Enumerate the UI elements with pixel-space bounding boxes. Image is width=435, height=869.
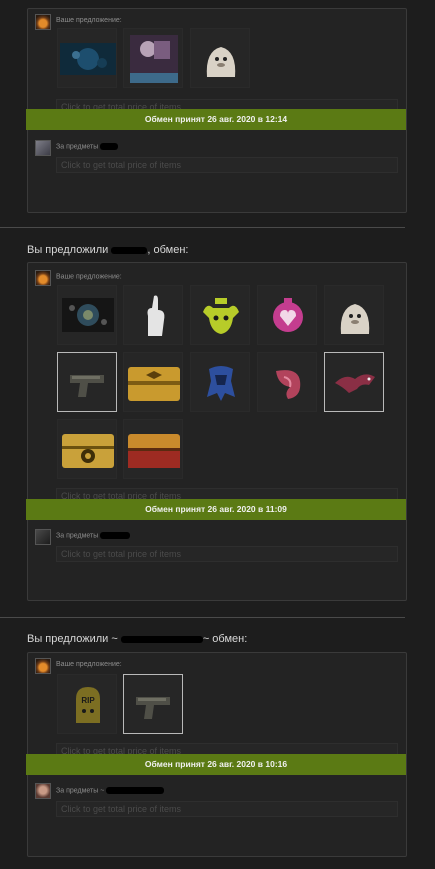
item-666-bull-sticker[interactable] — [190, 285, 250, 345]
price-prompt[interactable]: Click to get total price of items — [56, 157, 398, 173]
price-prompt[interactable]: Click to get total price of items — [56, 546, 398, 562]
item-heart-patch[interactable] — [257, 285, 317, 345]
redacted-name — [100, 532, 131, 539]
heading-suffix: ~ обмен: — [202, 633, 248, 645]
trade-status-banner: Обмен принят 26 авг. 2020 в 11:09 — [26, 499, 406, 520]
item-music-kit[interactable] — [57, 285, 117, 345]
heading-text: Вы предложили — [27, 244, 109, 256]
item-red-case[interactable] — [123, 419, 183, 479]
item-music-kit-sticker[interactable] — [57, 28, 117, 88]
your-offer-label: Ваше предложение: — [56, 17, 122, 24]
redacted-partner-name — [111, 246, 148, 254]
their-items-label: За предметы — [56, 532, 131, 540]
item-seal-sticker[interactable] — [324, 285, 384, 345]
item-blue-patch[interactable] — [190, 352, 250, 412]
item-dragon-sticker[interactable] — [324, 352, 384, 412]
partner-avatar[interactable] — [35, 140, 51, 156]
item-pistol[interactable] — [123, 674, 183, 734]
item-yellow-case[interactable] — [57, 419, 117, 479]
their-items-text: За предметы — [56, 143, 99, 151]
divider — [0, 617, 405, 618]
their-items-text: За предметы — [56, 532, 99, 540]
item-seal-sticker[interactable] — [190, 28, 250, 88]
redacted-name — [100, 143, 119, 150]
redacted-partner-name — [120, 635, 203, 643]
partner-avatar[interactable] — [35, 529, 51, 545]
your-offer-label: Ваше предложение: — [56, 661, 122, 668]
trade-heading: Вы предложили , обмен: — [27, 244, 188, 256]
heading-suffix: , обмен: — [147, 244, 189, 256]
your-avatar[interactable] — [35, 14, 51, 30]
trade-heading: Вы предложили ~ ~ обмен: — [27, 633, 247, 645]
their-items-label: За предметы ~ — [56, 787, 165, 795]
item-rip-sticker[interactable]: RIP — [57, 674, 117, 734]
item-tongue-sticker[interactable] — [257, 352, 317, 412]
trade-status-banner: Обмен принят 26 авг. 2020 в 10:16 — [26, 754, 406, 775]
your-offer-label: Ваше предложение: — [56, 273, 124, 280]
partner-avatar[interactable] — [35, 783, 51, 799]
their-items-text: За предметы ~ — [56, 787, 105, 795]
item-pistol[interactable] — [57, 352, 117, 412]
your-avatar[interactable] — [35, 270, 51, 286]
redacted-name — [106, 787, 165, 794]
heading-text: Вы предложили ~ — [27, 633, 118, 645]
your-avatar[interactable] — [35, 658, 51, 674]
svg-text:RIP: RIP — [81, 696, 95, 705]
their-items-label: За предметы — [56, 143, 119, 151]
item-hand-sticker[interactable] — [123, 285, 183, 345]
your-offer-text: Ваше предложение: — [56, 273, 122, 281]
item-graffiti-card[interactable] — [123, 28, 183, 88]
divider — [0, 227, 405, 228]
item-weapon-case[interactable] — [123, 352, 183, 412]
trade-status-banner: Обмен принят 26 авг. 2020 в 12:14 — [26, 109, 406, 130]
price-prompt[interactable]: Click to get total price of items — [56, 801, 398, 817]
